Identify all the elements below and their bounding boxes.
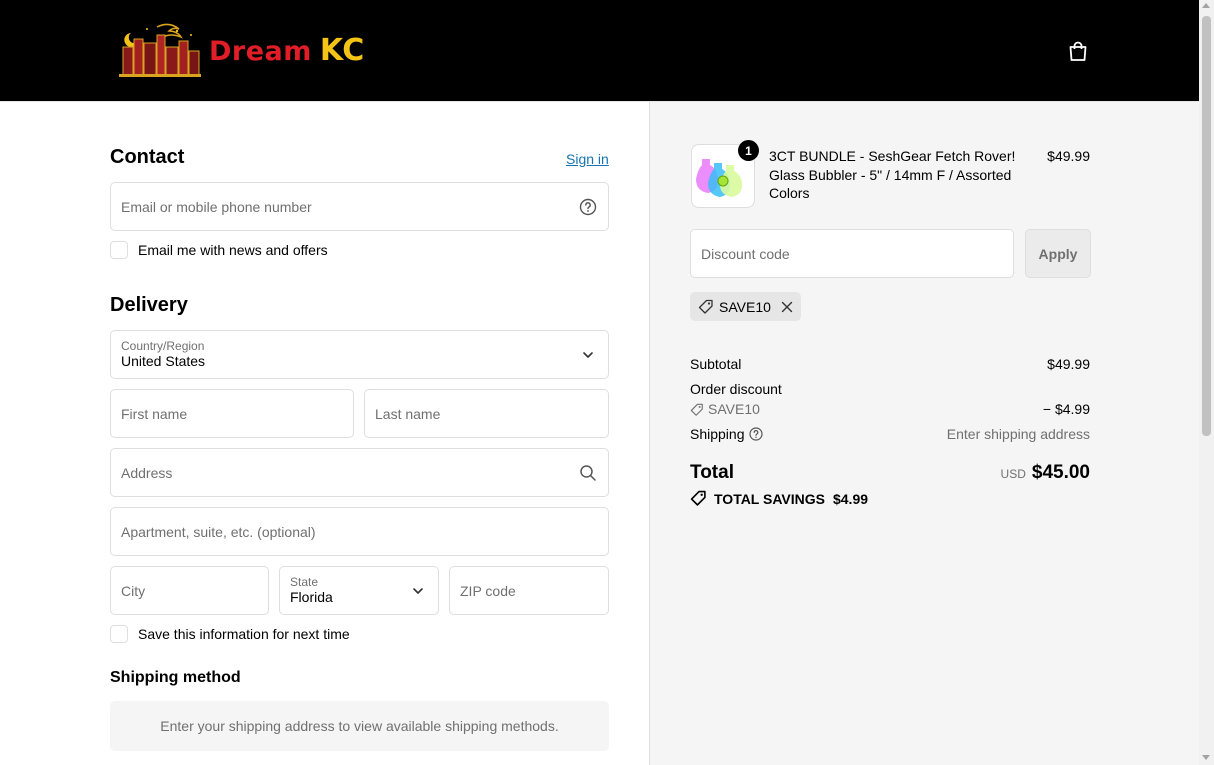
first-name-input[interactable]: First name — [110, 389, 354, 438]
last-name-placeholder: Last name — [375, 405, 441, 422]
shipping-row: Shipping — [690, 426, 763, 442]
search-icon — [580, 464, 596, 481]
total-amount: USD $45.00 — [1001, 462, 1090, 484]
savings-value: $4.99 — [832, 490, 869, 507]
shipping-label: Shipping — [690, 426, 745, 442]
product-name: 3CT BUNDLE - SeshGear Fetch Rover! Glass… — [769, 148, 1016, 201]
contact-heading: Contact — [110, 146, 185, 168]
city-placeholder: City — [121, 582, 146, 599]
address-input[interactable]: Address — [110, 448, 609, 497]
tag-icon — [690, 403, 703, 416]
total-currency: USD — [1000, 467, 1026, 481]
first-name-placeholder: First name — [121, 405, 188, 422]
logo-kc-text: KC — [319, 32, 365, 68]
country-label: Country/Region — [121, 339, 205, 353]
quantity-badge: 1 — [738, 140, 759, 161]
save-info-checkbox[interactable] — [110, 625, 128, 643]
newsletter-checkbox[interactable] — [110, 241, 128, 259]
applied-discount-chip: SAVE10 — [690, 292, 801, 321]
country-value: United States — [121, 353, 206, 369]
total-label: Total — [690, 462, 734, 483]
state-select[interactable]: State Florida — [279, 566, 439, 615]
tag-icon — [698, 299, 713, 314]
newsletter-option: Email me with news and offers — [110, 241, 328, 259]
savings-label: TOTAL SAVINGS — [714, 490, 825, 507]
city-skyline-icon — [119, 23, 201, 77]
discount-placeholder: Discount code — [701, 245, 790, 262]
email-placeholder: Email or mobile phone number — [121, 198, 312, 215]
address-placeholder: Address — [121, 464, 173, 481]
checkout-form: Contact Sign in Email or mobile phone nu… — [0, 102, 649, 765]
chevron-down-icon — [413, 587, 423, 594]
scroll-up-arrow-icon[interactable] — [1202, 3, 1210, 8]
question-circle-icon[interactable] — [579, 198, 597, 216]
discount-code-input[interactable]: Discount code — [690, 229, 1014, 278]
page-scrollbar[interactable] — [1199, 0, 1214, 765]
apartment-input[interactable]: Apartment, suite, etc. (optional) — [110, 507, 609, 556]
order-discount-value: − $4.99 — [1042, 401, 1090, 417]
remove-discount-close-icon[interactable] — [781, 301, 793, 313]
apartment-placeholder: Apartment, suite, etc. (optional) — [121, 523, 316, 540]
tag-icon — [690, 490, 706, 506]
delivery-heading: Delivery — [110, 294, 188, 316]
order-summary: 1 3CT BUNDLE - SeshGear Fetch Rover! Gla… — [649, 102, 1199, 765]
store-logo[interactable]: Dream KC — [117, 20, 387, 80]
shipping-method-message: Enter your shipping address to view avai… — [110, 701, 609, 751]
state-value: Florida — [290, 589, 333, 605]
zip-placeholder: ZIP code — [460, 582, 516, 599]
logo-dream-text: Dream — [209, 35, 312, 67]
product-price: $49.99 — [1047, 148, 1090, 164]
subtotal-value: $49.99 — [1047, 356, 1090, 372]
save-info-label: Save this information for next time — [138, 626, 350, 642]
apply-discount-button[interactable]: Apply — [1025, 229, 1091, 278]
order-discount-label: Order discount — [690, 381, 782, 397]
scrollbar-thumb[interactable] — [1202, 16, 1211, 436]
order-discount-code: SAVE10 — [708, 401, 760, 417]
country-select[interactable]: Country/Region United States — [110, 330, 609, 379]
zip-input[interactable]: ZIP code — [449, 566, 609, 615]
last-name-input[interactable]: Last name — [364, 389, 609, 438]
shipping-value: Enter shipping address — [946, 426, 1090, 442]
sign-in-link[interactable]: Sign in — [566, 151, 609, 167]
total-value: $45.00 — [1031, 462, 1090, 483]
site-header: Dream KC — [0, 0, 1199, 102]
chevron-down-icon — [583, 351, 593, 358]
order-discount-code-row: SAVE10 — [690, 401, 760, 417]
city-input[interactable]: City — [110, 566, 269, 615]
question-circle-icon[interactable] — [748, 427, 763, 441]
applied-discount-code: SAVE10 — [719, 298, 771, 315]
email-input[interactable]: Email or mobile phone number — [110, 182, 609, 231]
subtotal-label: Subtotal — [690, 356, 742, 372]
shopping-bag-icon[interactable] — [1066, 39, 1090, 63]
scroll-down-arrow-icon[interactable] — [1202, 755, 1210, 760]
save-info-option: Save this information for next time — [110, 625, 350, 643]
total-savings: TOTAL SAVINGS $4.99 — [690, 490, 868, 507]
newsletter-label: Email me with news and offers — [138, 242, 328, 258]
shipping-method-heading: Shipping method — [110, 669, 241, 686]
logo-wordmark: Dream KC — [209, 33, 365, 68]
state-label: State — [290, 575, 319, 589]
